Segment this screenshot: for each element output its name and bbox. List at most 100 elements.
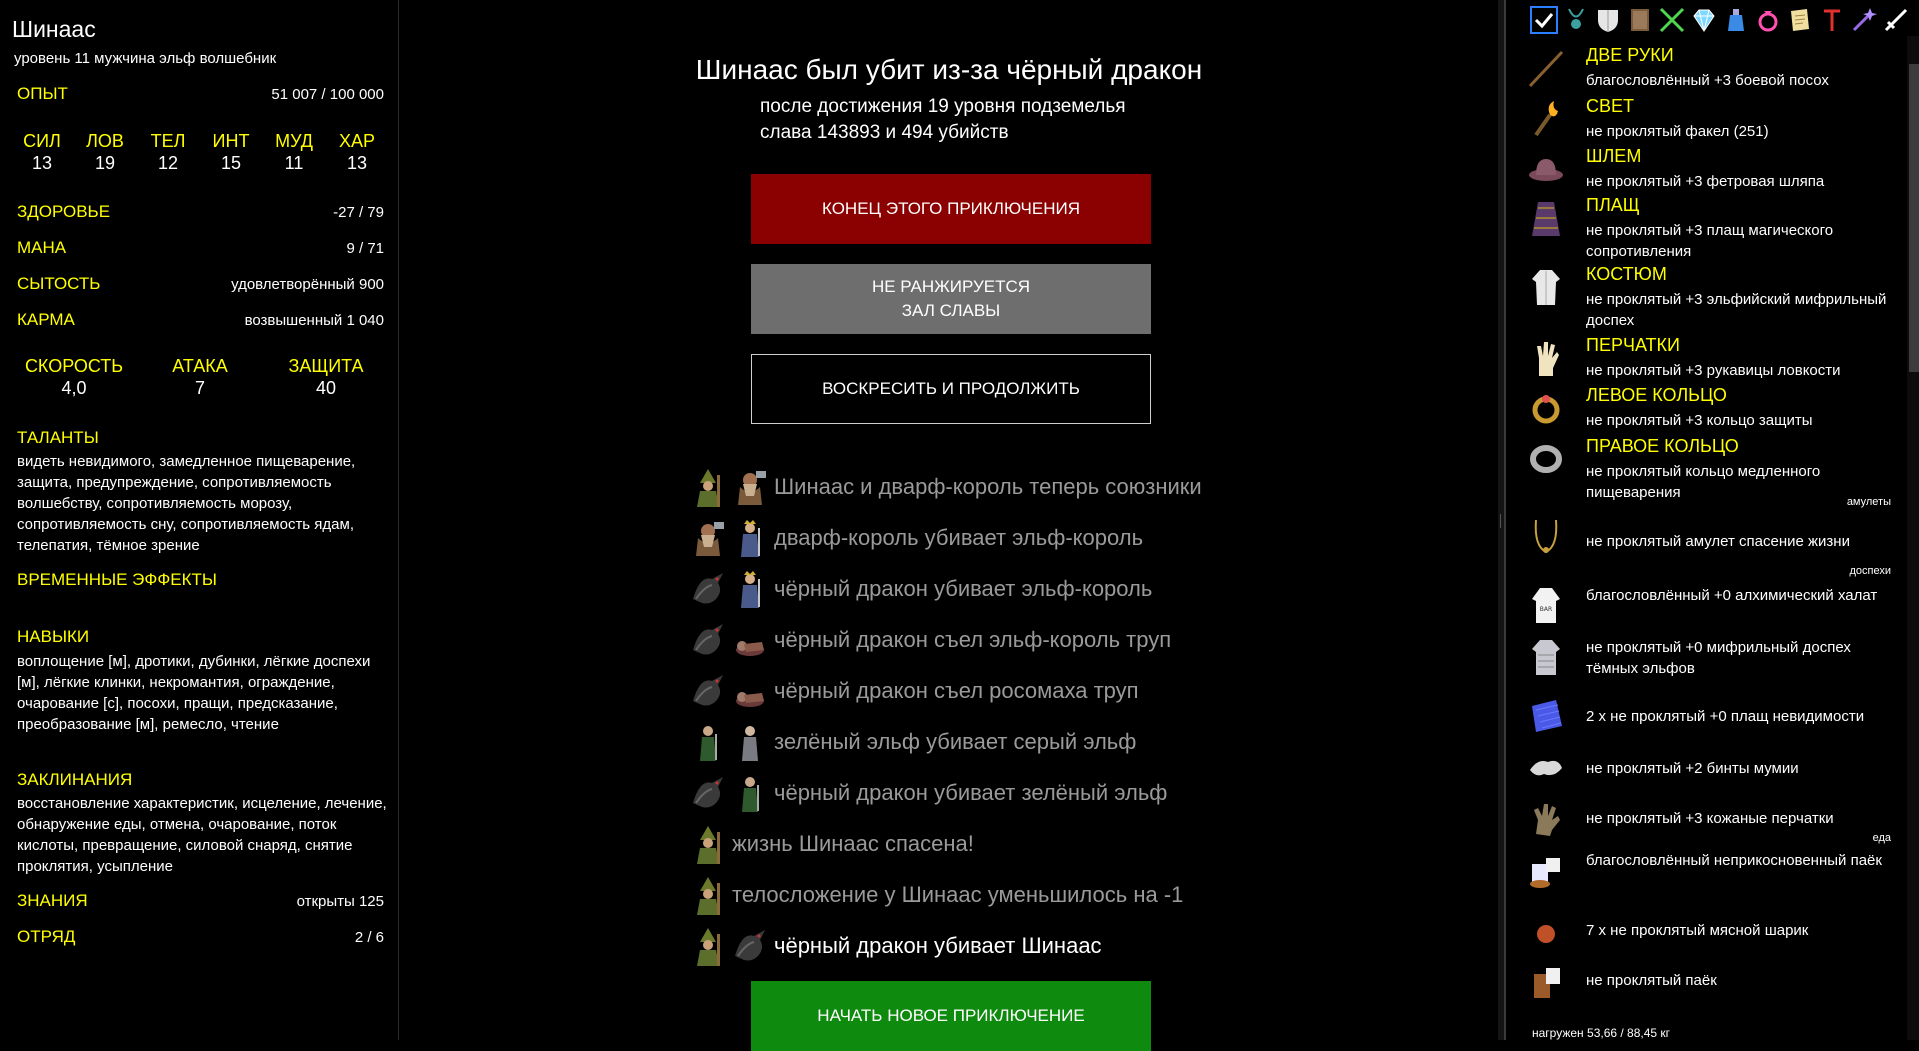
attr-wis: МУД 11 [263,131,325,174]
attr-label: ХАР [338,131,376,151]
elf-king-icon [732,518,768,558]
sword-filter-button[interactable] [1880,4,1912,36]
log-entry: дварф-король убивает эльф-король [690,516,1143,560]
cloak-icon [1526,198,1566,238]
inventory-item[interactable]: не проклятый +3 кожаные перчатки [1586,808,1896,829]
equipped-item[interactable]: не проклятый факел (251) [1586,121,1896,142]
dragon-icon [690,773,726,813]
attr-value: 13 [346,153,368,173]
wizard-icon [690,926,726,966]
equipped-slot-label: КОСТЮМ [1586,264,1667,284]
necklace-icon [1526,516,1566,556]
scroll-filter-button[interactable] [1784,4,1816,36]
new-adventure-label: НАЧАТЬ НОВОЕ ПРИКЛЮЧЕНИЕ [817,1006,1085,1025]
inventory-panel: ДВЕ РУКИ благословлённый +3 боевой посох С… [1504,0,1919,1040]
checkmark-filter-button[interactable] [1528,4,1560,36]
attr-str: СИЛ 13 [11,131,73,174]
resurrect-label: ВОСКРЕСИТЬ И ПРОДОЛЖИТЬ [822,379,1080,398]
dragon-icon [690,671,726,711]
scroll-thumb[interactable] [1909,64,1919,372]
attr-int: ИНТ 15 [200,131,262,174]
attr-label: ИНТ [212,131,250,151]
grey-elf-icon [732,722,768,762]
new-adventure-button[interactable]: НАЧАТЬ НОВОЕ ПРИКЛЮЧЕНИЕ [751,981,1151,1051]
equipped-slot-label: ДВЕ РУКИ [1586,45,1674,65]
log-text: чёрный дракон убивает зелёный эльф [774,780,1168,805]
amulet-icon [1562,6,1590,34]
ration-icon [1526,850,1566,890]
inventory-item[interactable]: не проклятый +2 бинты мумии [1586,758,1896,779]
group-header-food: еда [1872,832,1891,844]
log-entry: зелёный эльф убивает серый эльф [690,720,1136,764]
wand-filter-button[interactable] [1848,4,1880,36]
inventory-item[interactable]: не проклятый +0 мифрильный доспех тёмных… [1586,637,1896,679]
inventory-item[interactable]: 2 х не проклятый +0 плащ невидимости [1586,706,1896,727]
experience-label: ОПЫТ [17,84,68,103]
staff-icon [1526,48,1566,88]
gem-filter-button[interactable] [1688,4,1720,36]
resurrect-button[interactable]: ВОСКРЕСИТЬ И ПРОДОЛЖИТЬ [751,354,1151,424]
dragon-icon [732,926,768,966]
food-ration-icon [1526,962,1566,1002]
tool-filter-button[interactable] [1816,4,1848,36]
weapon-filter-button[interactable] [1656,4,1688,36]
dragon-icon [690,569,726,609]
mana-label: МАНА [17,238,67,257]
attr-value: 13 [31,153,53,173]
karma-label: КАРМА [17,310,75,329]
equipped-item[interactable]: не проклятый +3 эльфийский мифрильный до… [1586,289,1896,331]
log-entry: телосложение у Шинаас уменьшилось на -1 [690,873,1183,917]
hall-of-fame-button[interactable]: НЕ РАНЖИРУЕТСЯ ЗАЛ СЛАВЫ [751,264,1151,334]
equipped-item[interactable]: не проклятый +3 рукавицы ловкости [1586,360,1896,381]
log-text: чёрный дракон съел эльф-король труп [774,627,1172,652]
log-text: чёрный дракон съел росомаха труп [774,678,1139,703]
inventory-item[interactable]: 7 х не проклятый мясной шарик [1586,920,1896,941]
inventory-item[interactable]: не проклятый паёк [1586,970,1896,991]
equipped-slot-label: ПЕРЧАТКИ [1586,335,1680,355]
attr-value: 15 [220,153,242,173]
inventory-item[interactable]: не проклятый амулет спасение жизни [1586,531,1896,552]
party-row[interactable]: ОТРЯД 2 / 6 [17,927,384,951]
skills-list: воплощение [м], дротики, дубинки, лёгкие… [17,653,371,733]
end-adventure-button[interactable]: КОНЕЦ ЭТОГО ПРИКЛЮЧЕНИЯ [751,174,1151,244]
spells-list: восстановление характеристик, исцеление,… [17,795,387,875]
book-icon [1626,6,1654,34]
ring-filter-button[interactable] [1752,4,1784,36]
speed-stat: СКОРОСТЬ 4,0 [24,356,124,399]
inventory-scrollbar[interactable] [1907,36,1919,1040]
sword-icon [1882,6,1910,34]
equipped-slot-label: СВЕТ [1586,96,1635,116]
ring-silver-icon [1526,439,1566,479]
knowledge-row[interactable]: ЗНАНИЯ открыты 125 [17,891,384,915]
effects-heading: ВРЕМЕННЫЕ ЭФФЕКТЫ [17,570,217,589]
book-filter-button[interactable] [1624,4,1656,36]
cloak-blue-icon [1526,696,1566,736]
checkmark-icon [1530,6,1558,34]
log-entry: чёрный дракон убивает эльф-король [690,567,1152,611]
wizard-icon [690,467,726,507]
equipped-item[interactable]: не проклятый +3 фетровая шляпа [1586,171,1896,192]
attr-con: ТЕЛ 12 [137,131,199,174]
attr-value: 12 [157,153,179,173]
dwarf-icon [690,518,726,558]
inventory-item[interactable]: благословлённый неприкосновенный паёк [1586,850,1896,871]
shield-filter-button[interactable] [1592,4,1624,36]
inventory-item[interactable]: благословлённый +0 алхимический халат [1586,585,1896,606]
amulet-filter-button[interactable] [1560,4,1592,36]
log-text: зелёный эльф убивает серый эльф [774,729,1137,754]
potion-filter-button[interactable] [1720,4,1752,36]
experience-value: 51 007 / 100 000 [271,86,384,103]
defense-value: 40 [315,378,337,398]
attr-value: 11 [284,153,304,173]
satiety-row: СЫТОСТЬ удовлетворённый 900 [17,274,384,298]
death-title: Шинаас был убит из-за чёрный дракон [695,54,1203,85]
equipped-slot-label: ШЛЕМ [1586,146,1642,166]
wizard-icon [690,824,726,864]
equipped-item[interactable]: благословлённый +3 боевой посох [1586,70,1896,91]
weight-status: нагружен 53,66 / 88,45 кг [1532,1026,1671,1040]
attr-label: МУД [275,131,313,151]
equipped-item[interactable]: не проклятый +3 кольцо защиты [1586,410,1896,431]
attr-label: ТЕЛ [150,131,186,151]
attr-cha: ХАР 13 [326,131,388,174]
equipped-item[interactable]: не проклятый +3 плащ магического сопроти… [1586,220,1896,262]
